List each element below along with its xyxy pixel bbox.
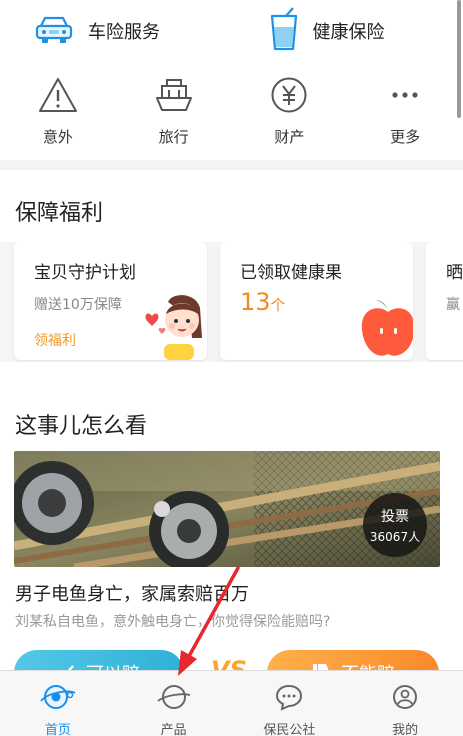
- home-planet-icon: [39, 683, 77, 715]
- category-travel-label: 旅行: [158, 128, 189, 146]
- car-insurance-label: 车险服务: [88, 22, 160, 43]
- apple-illustration: [358, 298, 413, 360]
- vote-label: 投票: [381, 508, 409, 525]
- user-icon: [386, 683, 424, 715]
- tab-products-label: 产品: [160, 723, 187, 736]
- tab-home-label: 首页: [44, 723, 71, 736]
- warning-triangle-icon: [37, 76, 79, 118]
- product-planet-icon: [155, 683, 193, 715]
- benefit-card-title: 宝贝守护计划: [34, 263, 136, 283]
- tab-mine-label: 我的: [392, 723, 419, 736]
- drink-cup-icon: [269, 7, 299, 55]
- car-insurance-service[interactable]: 车险服务: [0, 0, 229, 62]
- more-dots-icon: [384, 76, 426, 118]
- chat-bubble-icon: [270, 683, 308, 715]
- health-fruit-count: 13个: [240, 288, 286, 316]
- tab-products[interactable]: 产品: [116, 671, 232, 736]
- vote-badge[interactable]: 投票 36067人: [363, 493, 427, 557]
- article-title[interactable]: 男子电鱼身亡，家属索赔百万: [15, 580, 249, 606]
- benefit-card-subtitle: 赠送10万保障: [34, 297, 122, 313]
- article-description: 刘某私自电鱼，意外触电身亡，你觉得保险能赔吗?: [15, 614, 331, 630]
- category-property-label: 财产: [274, 128, 305, 146]
- girl-illustration: [136, 288, 207, 360]
- claim-benefit-link[interactable]: 领福利: [34, 330, 76, 350]
- health-fruit-unit: 个: [270, 296, 286, 314]
- tab-community[interactable]: 保民公社: [232, 671, 348, 736]
- benefit-card-title: 已领取健康果: [240, 263, 342, 283]
- tab-community-label: 保民公社: [263, 723, 316, 736]
- category-more[interactable]: 更多: [347, 70, 463, 154]
- benefits-carousel[interactable]: 宝贝守护计划 赠送10万保障 领福利 已领取健康果 13个 晒 赢: [0, 242, 463, 362]
- app-screen: 车险服务 健康保险 意外 旅行 财产 更多 保障福利 宝贝守护计划 赠送10万保…: [0, 0, 463, 736]
- category-travel[interactable]: 旅行: [116, 70, 232, 154]
- scrollbar[interactable]: [457, 0, 461, 118]
- benefit-card-baby[interactable]: 宝贝守护计划 赠送10万保障 领福利: [14, 242, 207, 360]
- tab-mine[interactable]: 我的: [347, 671, 463, 736]
- health-fruit-number: 13: [240, 288, 271, 316]
- category-accident-label: 意外: [42, 128, 73, 146]
- discussion-section-title: 这事儿怎么看: [15, 414, 148, 439]
- benefits-section-title: 保障福利: [15, 201, 104, 226]
- car-icon: [34, 14, 74, 48]
- category-property[interactable]: 财产: [232, 70, 348, 154]
- benefit-card-health-fruit[interactable]: 已领取健康果 13个: [220, 242, 413, 360]
- section-divider: [0, 160, 463, 170]
- benefit-card-subtitle: 赢: [446, 297, 460, 313]
- health-insurance-service[interactable]: 健康保险: [229, 0, 463, 62]
- vote-count: 36067人: [369, 529, 421, 544]
- yen-circle-icon: [268, 76, 310, 118]
- benefit-card-share[interactable]: 晒 赢: [426, 242, 463, 360]
- ship-icon: [153, 76, 195, 118]
- benefit-card-title: 晒: [446, 263, 463, 283]
- tab-home[interactable]: 首页: [0, 671, 116, 736]
- category-accident[interactable]: 意外: [0, 70, 116, 154]
- insurance-category-row: 意外 旅行 财产 更多: [0, 70, 463, 154]
- bottom-tab-bar: 首页 产品 保民公社 我的: [0, 670, 463, 736]
- service-row: 车险服务 健康保险: [0, 0, 463, 62]
- category-more-label: 更多: [390, 128, 421, 146]
- health-insurance-label: 健康保险: [312, 22, 385, 43]
